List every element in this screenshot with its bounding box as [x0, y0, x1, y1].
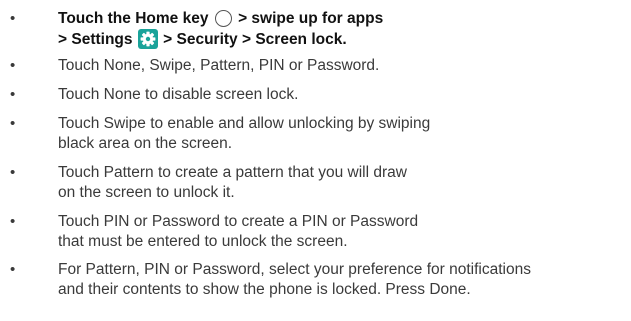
instruction-line: that must be entered to unlock the scree… — [58, 233, 348, 250]
list-item-text: Touch Pattern to create a pattern that y… — [58, 163, 628, 203]
list-item-text: Touch None, Swipe, Pattern, PIN or Passw… — [58, 56, 628, 76]
instruction-line: Touch the Home key > swipe up for apps — [58, 9, 628, 29]
bullet: • — [10, 86, 16, 103]
instruction-line: Touch None to disable screen lock. — [58, 86, 299, 103]
bullet: • — [10, 115, 16, 132]
instruction-line: Touch Pattern to create a pattern that y… — [58, 164, 407, 181]
bullet: • — [10, 10, 16, 27]
instruction-text: Touch the Home key — [58, 10, 209, 27]
instruction-line: and their contents to show the phone is … — [58, 281, 471, 298]
list-item-text: For Pattern, PIN or Password, select you… — [58, 260, 628, 300]
instruction-text: > Settings — [58, 31, 133, 48]
instruction-line: Touch None, Swipe, Pattern, PIN or Passw… — [58, 57, 380, 74]
list-item-text: Touch Swipe to enable and allow unlockin… — [58, 114, 628, 154]
bullet: • — [10, 213, 16, 230]
instruction-line: on the screen to unlock it. — [58, 184, 235, 201]
bullet: • — [10, 164, 16, 181]
instruction-line: For Pattern, PIN or Password, select you… — [58, 261, 531, 278]
list-item-text: Touch None to disable screen lock. — [58, 85, 628, 105]
settings-gear-icon — [137, 29, 158, 49]
home-key-icon — [214, 10, 232, 27]
instruction-line: Touch PIN or Password to create a PIN or… — [58, 213, 419, 230]
bullet: • — [10, 57, 16, 74]
instruction-text: > Security > Screen lock. — [163, 31, 347, 48]
bullet: • — [10, 261, 16, 278]
instruction-line: > Settings > Security > Screen lock. — [58, 29, 628, 50]
list-item-text: Touch the Home key > swipe up for apps >… — [58, 9, 628, 50]
list-item-text: Touch PIN or Password to create a PIN or… — [58, 212, 628, 252]
instruction-line: Touch Swipe to enable and allow unlockin… — [58, 115, 431, 132]
instruction-line: black area on the screen. — [58, 135, 233, 152]
instruction-text: > swipe up for apps — [238, 10, 384, 27]
